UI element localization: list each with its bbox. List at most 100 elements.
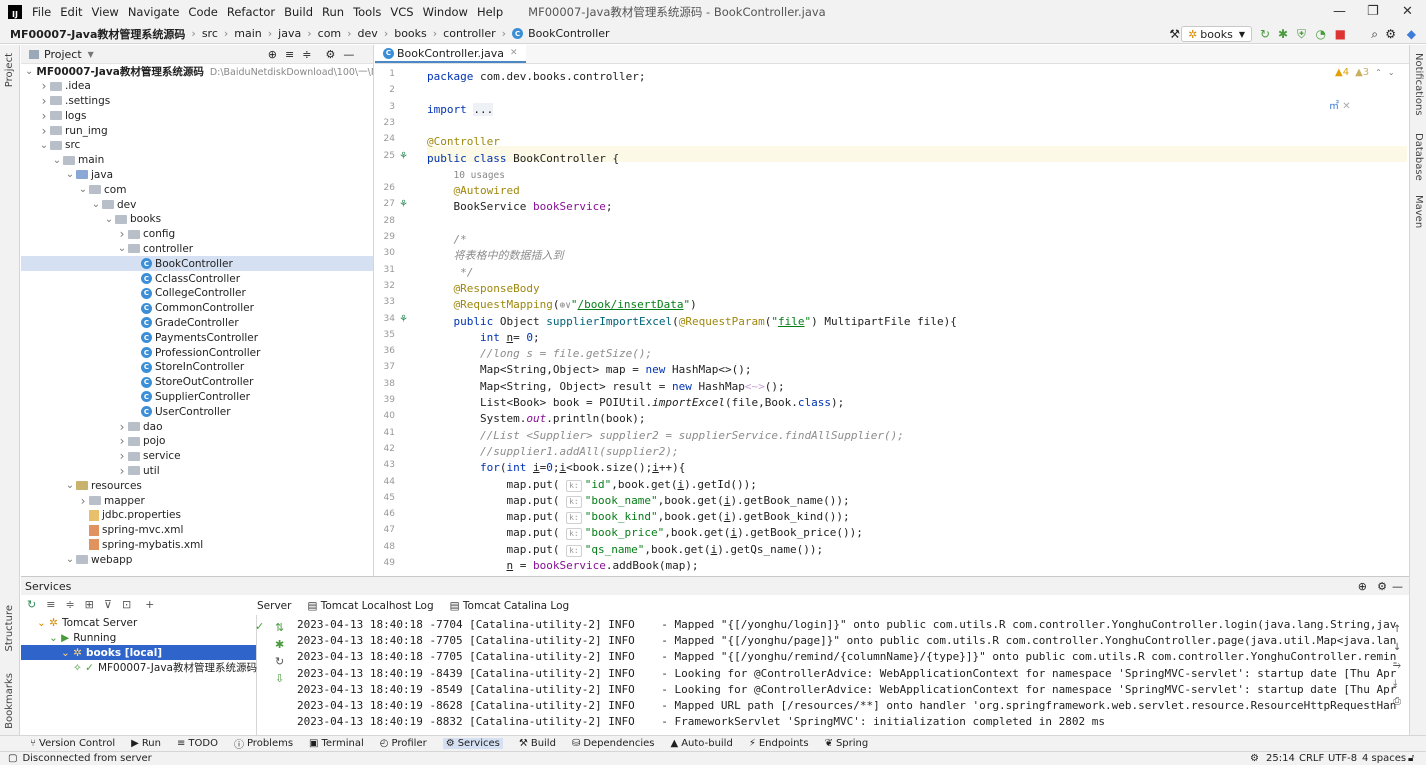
chevron-up-icon[interactable]: ⌃ [1375, 68, 1382, 77]
menu-refactor[interactable]: Refactor [227, 5, 275, 19]
chevron-right-icon[interactable]: › [116, 227, 128, 241]
project-tree-item[interactable]: C PaymentsController [21, 330, 373, 345]
project-tree-item[interactable]: › .idea [21, 79, 373, 94]
scroll-up-icon[interactable]: ↑ [1393, 621, 1407, 639]
project-tree-item[interactable]: C BookController [21, 256, 373, 272]
line-number[interactable]: 32 [375, 281, 395, 291]
code-editor[interactable]: C BookController.java ✕ 1 2 3 23 24 25 ⚘ 26 27 ⚘ 2… [375, 45, 1409, 576]
coverage-icon[interactable]: ⛨ [1297, 27, 1306, 42]
tool-window-auto-build[interactable]: ▲ Auto-build [671, 738, 733, 749]
menu-navigate[interactable]: Navigate [128, 5, 180, 19]
build-hammer-icon[interactable]: ⚒ [1169, 27, 1180, 41]
notifications-tool-tab[interactable]: Notifications [1413, 53, 1424, 116]
gear-icon[interactable]: ⚙ [1250, 753, 1259, 764]
project-tree-item[interactable]: › config [21, 227, 373, 242]
chevron-right-icon[interactable]: › [116, 449, 128, 463]
line-separator[interactable]: CRLF [1299, 753, 1324, 764]
chevron-right-icon[interactable]: › [38, 109, 50, 123]
services-tree-item[interactable]: ⌄ ▶ Running [21, 630, 256, 645]
line-number[interactable]: 46 [375, 509, 395, 519]
file-encoding[interactable]: UTF-8 [1328, 753, 1357, 764]
code-line[interactable]: //List <Supplier> supplier2 = supplierSe… [427, 428, 904, 444]
spring-bean-icon[interactable]: ⚘ [399, 314, 408, 325]
log-line[interactable]: 2023-04-13 18:40:19 -8628 [Catalina-util… [297, 698, 1397, 714]
chevron-right-icon[interactable]: › [38, 124, 50, 138]
line-number[interactable]: 36 [375, 346, 395, 356]
stop-icon[interactable]: ■ [1335, 27, 1346, 41]
menu-vcs[interactable]: VCS [390, 5, 413, 19]
services-add-icon[interactable]: ⊕ [1358, 580, 1367, 593]
spring-bean-icon[interactable]: ⚘ [399, 151, 408, 162]
line-number[interactable]: 42 [375, 444, 395, 454]
code-line[interactable]: n = bookService.addBook(map); [427, 558, 698, 574]
chevron-down-icon[interactable]: ⌄ [64, 169, 76, 180]
menu-help[interactable]: Help [477, 5, 503, 19]
breadcrumb-item[interactable]: dev [358, 27, 378, 40]
line-number[interactable]: 44 [375, 477, 395, 487]
expand-all-icon[interactable]: ≡ [46, 598, 55, 611]
chevron-down-icon[interactable]: ⌄ [25, 66, 33, 77]
chevron-right-icon[interactable]: › [116, 434, 128, 448]
log-line[interactable]: 2023-04-13 18:40:19 -8439 [Catalina-util… [297, 666, 1397, 682]
tool-window-build[interactable]: ⚒ Build [519, 738, 556, 749]
chevron-down-icon[interactable]: ⌄ [64, 480, 76, 491]
code-line[interactable]: List<Book> book = POIUtil.importExcel(fi… [427, 395, 844, 411]
tool-window-problems[interactable]: ⓘ Problems [234, 736, 293, 751]
project-tree-item[interactable]: ⌄ MF00007-Java教材管理系统源码 D:\BaiduNetdiskDown… [21, 64, 373, 79]
chevron-right-icon[interactable]: › [38, 94, 50, 108]
line-number[interactable]: 35 [375, 330, 395, 340]
jetbrains-ai-icon[interactable]: ◆ [1407, 27, 1416, 41]
menu-edit[interactable]: Edit [60, 5, 82, 19]
group-icon[interactable]: ⊞ [85, 598, 94, 611]
code-line[interactable]: //supplier1.addAll(supplier2); [427, 444, 679, 460]
structure-tool-tab[interactable]: Structure [4, 605, 15, 652]
inspection-widget[interactable]: ▲4 ▲3 ⌃ ⌄ [1335, 67, 1395, 78]
project-tree-item[interactable]: ⌄ webapp [21, 552, 373, 567]
intellij-logo-icon[interactable]: IJ [8, 5, 22, 19]
line-number[interactable]: 31 [375, 265, 395, 275]
services-tree-item[interactable]: ✧ ✓ MF00007-Java教材管理系统源码 [21, 660, 257, 675]
line-number[interactable]: 28 [375, 216, 395, 226]
project-tree-item[interactable]: C CclassController [21, 271, 373, 286]
tool-window-services[interactable]: ⚙ Services [442, 738, 503, 749]
tool-window-profiler[interactable]: ◴ Profiler [380, 738, 427, 749]
tool-window-endpoints[interactable]: ⚡ Endpoints [749, 738, 809, 749]
chevron-right-icon[interactable]: › [77, 494, 89, 508]
locate-icon[interactable]: ⊕ [268, 48, 277, 61]
line-number[interactable]: 49 [375, 558, 395, 568]
line-number[interactable]: 38 [375, 379, 395, 389]
code-line[interactable]: map.put( k: "qs_name",book.get(i).getQs_n… [427, 542, 823, 558]
line-number[interactable]: 34 [375, 314, 395, 324]
tool-window-terminal[interactable]: ▣ Terminal [309, 738, 364, 749]
chevron-down-icon[interactable]: ⌄ [64, 554, 76, 565]
project-tree-item[interactable]: ⌄ controller [21, 242, 373, 257]
code-line[interactable]: //long s = file.getSize(); [427, 346, 652, 362]
cursor-position[interactable]: 25:14 [1266, 753, 1295, 764]
collapse-all-icon[interactable]: ≑ [302, 48, 311, 61]
line-number[interactable]: 47 [375, 525, 395, 535]
tool-window-spring[interactable]: ❦ Spring [825, 738, 869, 749]
line-number[interactable]: 48 [375, 542, 395, 552]
breadcrumb-item[interactable]: books [394, 27, 427, 40]
line-number[interactable]: 23 [375, 118, 395, 128]
code-line[interactable]: @ResponseBody [427, 281, 540, 297]
breadcrumb-item[interactable]: main [234, 27, 261, 40]
collapse-all-icon[interactable]: ≑ [65, 598, 74, 611]
code-line[interactable]: map.put( k: "id",book.get(i).getId()); [427, 477, 757, 493]
spring-bean-icon[interactable]: ⚘ [399, 199, 408, 210]
project-tool-tab[interactable]: Project [4, 53, 15, 87]
project-tree-item[interactable]: C StoreOutController [21, 375, 373, 390]
search-icon[interactable]: ⌕ [1371, 27, 1378, 42]
project-tree-item[interactable]: › .settings [21, 94, 373, 109]
log-tab[interactable]: ▤ Tomcat Localhost Log [307, 600, 433, 612]
minimize-icon[interactable]: — [1333, 4, 1346, 19]
line-number[interactable]: 25 [375, 151, 395, 161]
project-tree-item[interactable]: ⌄ books [21, 212, 373, 227]
project-tree-item[interactable]: C SupplierController [21, 390, 373, 405]
maven-tool-tab[interactable]: Maven [1413, 195, 1424, 228]
menu-view[interactable]: View [92, 5, 119, 19]
print-icon[interactable]: ⎙ [1393, 693, 1407, 711]
scroll-down-icon[interactable]: ↓ [1393, 639, 1407, 657]
code-line[interactable]: 将表格中的数据插入到 [427, 248, 564, 264]
code-line[interactable]: @Controller [427, 134, 500, 150]
